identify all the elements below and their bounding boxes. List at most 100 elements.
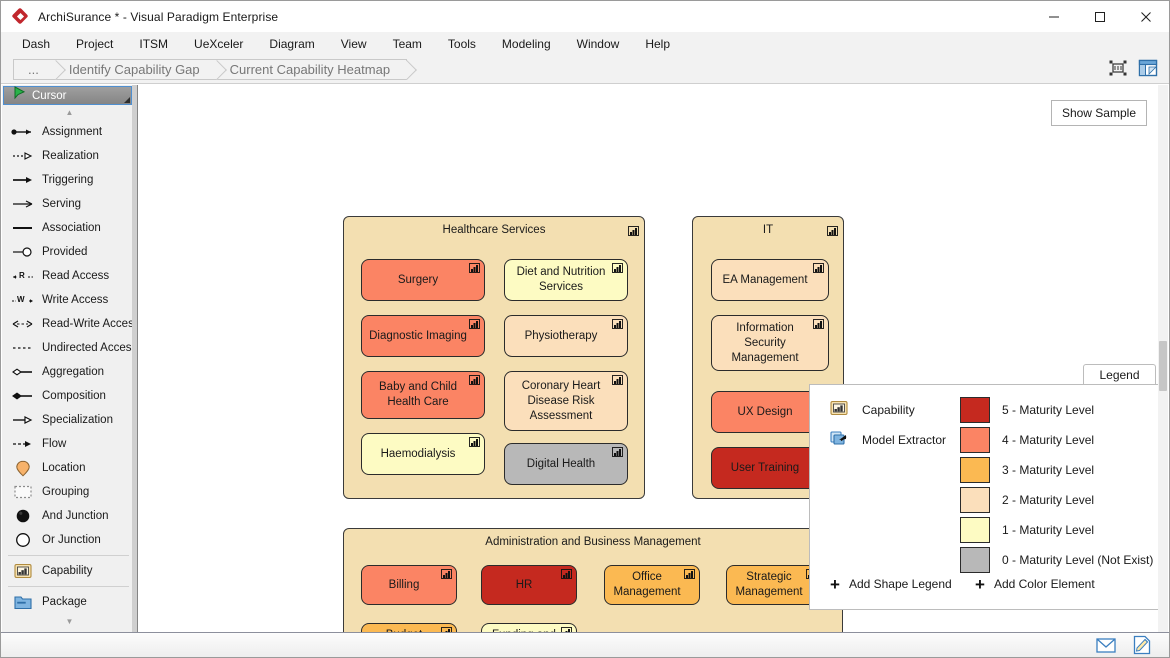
legend-color-row[interactable]: 5 - Maturity Level [960, 397, 1094, 423]
capability-icon [830, 400, 850, 419]
menu-item-diagram[interactable]: Diagram [256, 34, 327, 54]
capability-hr[interactable]: HR [481, 565, 577, 605]
palette-item-triggering[interactable]: Triggering [2, 168, 137, 192]
location-icon [10, 459, 36, 477]
capability-physiotherapy[interactable]: Physiotherapy [504, 315, 628, 357]
capability-information-security-management[interactable]: Information Security Management [711, 315, 829, 371]
palette-expand-corner[interactable] [124, 97, 130, 103]
menu-item-uexceler[interactable]: UeXceler [181, 34, 256, 54]
legend-color-row[interactable]: 4 - Maturity Level [960, 427, 1094, 453]
capability-diagnostic-imaging[interactable]: Diagnostic Imaging [361, 315, 485, 357]
group-healthcare-services[interactable]: Healthcare Services Surgery Diagnostic Ima… [343, 216, 645, 499]
menu-item-modeling[interactable]: Modeling [489, 34, 564, 54]
assignment-relation-icon [10, 123, 36, 141]
capability-surgery[interactable]: Surgery [361, 259, 485, 301]
menu-item-itsm[interactable]: ITSM [126, 34, 181, 54]
cursor-icon [12, 86, 26, 105]
group-title: Administration and Business Management [485, 536, 701, 548]
application-window: ArchiSurance * - Visual Paradigm Enterpr… [0, 0, 1170, 658]
palette-item-composition[interactable]: Composition [2, 384, 137, 408]
capability-label: Information Security Management [731, 321, 799, 364]
menu-item-team[interactable]: Team [380, 34, 435, 54]
add-color-element-button[interactable]: + Add Color Element [975, 576, 1095, 593]
legend-color-row[interactable]: 1 - Maturity Level [960, 517, 1094, 543]
menu-item-help[interactable]: Help [632, 34, 683, 54]
palette-item-write-access[interactable]: W Write Access [2, 288, 137, 312]
title-bar: ArchiSurance * - Visual Paradigm Enterpr… [1, 1, 1169, 32]
breadcrumb-item-2[interactable]: Current Capability Heatmap [215, 59, 408, 80]
capability-billing[interactable]: Billing [361, 565, 457, 605]
legend-shape-row[interactable]: Model Extractor [830, 430, 946, 449]
fit-diagram-icon[interactable] [1107, 57, 1129, 79]
capability-baby-and-child-health-care[interactable]: Baby and Child Health Care [361, 371, 485, 419]
close-button[interactable] [1123, 1, 1169, 32]
menu-item-view[interactable]: View [328, 34, 380, 54]
window-title: ArchiSurance * - Visual Paradigm Enterpr… [38, 9, 279, 24]
palette-scrollbar[interactable] [132, 85, 137, 633]
group-administration-and-business-management[interactable]: Administration and Business Management Bi… [343, 528, 843, 633]
legend-shape-row[interactable]: Capability [830, 400, 915, 419]
palette-item-grouping[interactable]: Grouping [2, 480, 137, 504]
message-icon[interactable] [1095, 635, 1117, 655]
palette-item-association[interactable]: Association [2, 216, 137, 240]
legend-shape-label: Capability [862, 402, 915, 417]
minimize-button[interactable] [1031, 1, 1077, 32]
palette-item-package[interactable]: Package [2, 590, 137, 614]
menu-item-project[interactable]: Project [63, 34, 126, 54]
legend-color-row[interactable]: 2 - Maturity Level [960, 487, 1094, 513]
open-panel-icon[interactable] [1137, 57, 1159, 79]
notes-icon[interactable] [1131, 635, 1153, 655]
palette-item-undirected-access[interactable]: Undirected Access [2, 336, 137, 360]
palette-item-realization[interactable]: Realization [2, 144, 137, 168]
palette-separator [8, 586, 129, 587]
capability-label: User Training [730, 461, 800, 474]
menu-item-window[interactable]: Window [564, 34, 633, 54]
read-access-icon: R [10, 267, 36, 285]
capability-coronary-heart-disease-risk-assessment[interactable]: Coronary Heart Disease Risk Assessment [504, 371, 628, 431]
palette-item-and-junction[interactable]: And Junction [2, 504, 137, 528]
palette-item-specialization[interactable]: Specialization [2, 408, 137, 432]
palette-item-list: Assignment Realization Triggering Serving As… [2, 120, 137, 614]
menu-item-dash[interactable]: Dash [9, 34, 63, 54]
palette-item-assignment[interactable]: Assignment [2, 120, 137, 144]
canvas-scroll-thumb[interactable] [1159, 341, 1167, 391]
breadcrumb-item-0[interactable]: ... [13, 59, 56, 80]
palette-item-location[interactable]: Location [2, 456, 137, 480]
association-relation-icon [10, 219, 36, 237]
legend-color-row[interactable]: 3 - Maturity Level [960, 457, 1094, 483]
menu-item-tools[interactable]: Tools [435, 34, 489, 54]
palette-item-provided[interactable]: Provided [2, 240, 137, 264]
palette-scroll-up[interactable]: ▲ [2, 105, 137, 120]
capability-haemodialysis[interactable]: Haemodialysis [361, 433, 485, 475]
tab-legend[interactable]: Legend [1083, 364, 1156, 385]
capability-label: Coronary Heart Disease Risk Assessment [521, 379, 601, 422]
palette-item-flow[interactable]: Flow [2, 432, 137, 456]
capability-strategic-management[interactable]: Strategic Management [726, 565, 822, 605]
show-sample-button[interactable]: Show Sample [1050, 100, 1147, 126]
legend-color-swatch [960, 397, 990, 423]
palette-item-label: Cursor [32, 89, 67, 102]
palette-scroll-down[interactable]: ▼ [2, 614, 137, 629]
svg-text:R: R [19, 271, 25, 280]
palette-item-read-write-access[interactable]: Read-Write Access [2, 312, 137, 336]
capability-digital-health[interactable]: Digital Health [504, 443, 628, 485]
legend-color-label: 2 - Maturity Level [1002, 493, 1095, 507]
palette-item-serving[interactable]: Serving [2, 192, 137, 216]
palette-item-label: Undirected Access [42, 342, 138, 354]
palette-item-aggregation[interactable]: Aggregation [2, 360, 137, 384]
maximize-button[interactable] [1077, 1, 1123, 32]
capability-office-management[interactable]: Office Management [604, 565, 700, 605]
palette-item-read-access[interactable]: R Read Access [2, 264, 137, 288]
diagram-canvas-area[interactable]: Show Sample Healthcare Services Surgery Di… [138, 85, 1168, 633]
palette-item-cursor[interactable]: Cursor [3, 86, 132, 105]
add-shape-legend-button[interactable]: + Add Shape Legend [830, 576, 952, 593]
capability-ea-management[interactable]: EA Management [711, 259, 829, 301]
canvas-vertical-scrollbar[interactable] [1158, 85, 1168, 633]
palette-item-label: And Junction [42, 510, 109, 522]
breadcrumb-item-1[interactable]: Identify Capability Gap [54, 59, 217, 80]
capability-label: Physiotherapy [524, 329, 598, 342]
palette-item-capability[interactable]: Capability [2, 559, 137, 583]
legend-color-row[interactable]: 0 - Maturity Level (Not Exist) [960, 547, 1153, 573]
palette-item-or-junction[interactable]: Or Junction [2, 528, 137, 552]
capability-diet-and-nutrition-services[interactable]: Diet and Nutrition Services [504, 259, 628, 301]
